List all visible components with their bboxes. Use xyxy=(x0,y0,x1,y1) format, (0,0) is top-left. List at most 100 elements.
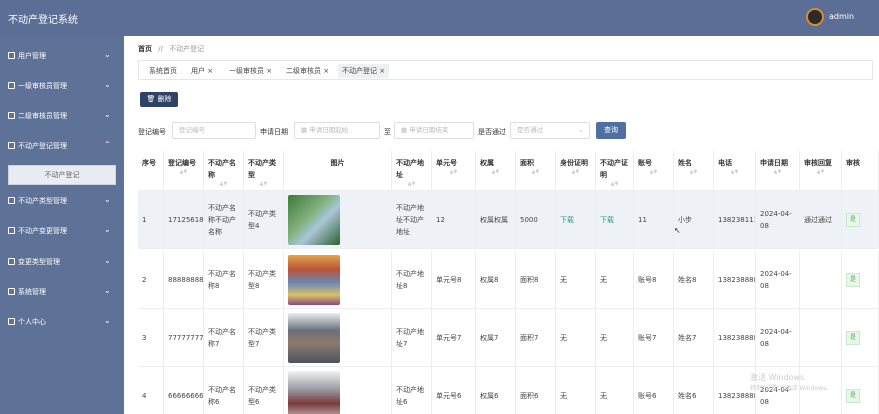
col-header-address[interactable]: 不动产地址 ▲▼ xyxy=(392,151,432,191)
property-thumbnail[interactable] xyxy=(288,370,340,414)
sidebar-item-registration[interactable]: 不动产登记管理 ⌃ xyxy=(0,136,124,156)
col-header-name[interactable]: 不动产名称 ▲▼ xyxy=(204,151,244,191)
table-cell-reply xyxy=(800,251,842,309)
chevron-down-icon: ⌄ xyxy=(104,195,111,204)
table-cell-unit: 单元号7 xyxy=(432,309,476,367)
check-icon xyxy=(8,112,15,119)
table-cell-idcard: 无 xyxy=(556,251,596,309)
sidebar-item-level1-auditor[interactable]: 一级审核员管理 ⌄ xyxy=(0,76,124,96)
delete-button[interactable]: 🗑 删除 xyxy=(140,92,178,107)
col-header-date[interactable]: 申请日期 ▲▼ xyxy=(756,151,800,191)
cell-text-type: 不动产类型4 xyxy=(248,209,276,230)
cell-text-reply: 通过通过 xyxy=(804,215,832,224)
table-cell-status: 是 xyxy=(842,251,879,309)
tab-level1-auditor[interactable]: 一级审核员 × xyxy=(225,64,276,78)
table-cell-idcard: 无 xyxy=(556,309,596,367)
cell-text-idx: 4 xyxy=(142,391,147,400)
cell-text-idcard[interactable]: 下载 xyxy=(560,214,574,226)
breadcrumb-home[interactable]: 首页 xyxy=(138,45,152,53)
col-header-status[interactable]: 审核 xyxy=(842,151,879,191)
col-header-idcard[interactable]: 身份证明 ▲▼ xyxy=(556,151,596,191)
sidebar-item-label: 不动产类型管理 xyxy=(18,197,67,205)
table-cell-date: 2024-04-08 xyxy=(756,251,800,309)
table-cell-owner: 权属7 xyxy=(476,309,516,367)
cell-text-status: 是 xyxy=(846,388,861,403)
avatar[interactable] xyxy=(806,8,824,26)
col-header-unit[interactable]: 单元号 ▲▼ xyxy=(432,151,476,191)
sidebar-item-change-type[interactable]: 变更类型管理 ⌄ xyxy=(0,252,124,272)
col-header-owner[interactable]: 权属 ▲▼ xyxy=(476,151,516,191)
submenu-item-registration[interactable]: 不动产登记 xyxy=(8,165,116,185)
sidebar-item-change[interactable]: 不动产变更管理 ⌄ xyxy=(0,221,124,241)
cell-text-idx: 3 xyxy=(142,333,147,342)
cell-text-addr: 不动产地址6 xyxy=(396,385,424,406)
code-input[interactable]: 登记编号 xyxy=(172,122,256,139)
tab-home[interactable]: 系统首页 xyxy=(145,64,181,78)
calendar-icon: ▦ xyxy=(301,126,310,134)
cell-text-date: 2024-04-08 xyxy=(760,327,792,348)
table-cell-unit: 单元号6 xyxy=(432,367,476,414)
col-header-cert[interactable]: 不动产证明 ▲▼ xyxy=(596,151,634,191)
date-end-input[interactable]: ▦ 申请日期结束 xyxy=(394,122,474,139)
app-title: 不动产登记系统 xyxy=(8,15,78,26)
property-thumbnail[interactable] xyxy=(288,312,340,363)
sidebar-item-system[interactable]: 系统管理 ⌄ xyxy=(0,282,124,302)
col-header-code[interactable]: 登记编号 ▲▼ xyxy=(164,151,204,191)
table-cell-owner: 权属权属 xyxy=(476,191,516,249)
date-end-placeholder: 申请日期结束 xyxy=(409,126,449,134)
search-label-code: 登记编号 xyxy=(138,128,166,136)
tab-bar: 系统首页 用户 × 一级审核员 × 二级审核员 × 不动产登记 × xyxy=(138,60,873,80)
breadcrumb: 首页 // 不动产登记 xyxy=(138,44,204,54)
cell-text-person: 姓名8 xyxy=(678,275,697,284)
table-cell-idx: 3 xyxy=(138,309,164,367)
table-cell-addr: 不动产地址8 xyxy=(392,251,432,309)
cell-text-area: 面积7 xyxy=(520,333,539,342)
table-cell-unit: 单元号8 xyxy=(432,251,476,309)
col-header-area[interactable]: 面积 ▲▼ xyxy=(516,151,556,191)
table-cell-name: 不动产名称7 xyxy=(204,309,244,367)
table-cell-addr: 不动产地址6 xyxy=(392,367,432,414)
folder-icon xyxy=(8,52,15,59)
sidebar-item-type[interactable]: 不动产类型管理 ⌄ xyxy=(0,191,124,211)
tab-users[interactable]: 用户 × xyxy=(187,64,217,78)
sidebar-item-profile[interactable]: 个人中心 ⌄ xyxy=(0,312,124,332)
cell-text-owner: 权属权属 xyxy=(480,215,508,224)
cell-text-name: 不动产名称7 xyxy=(208,327,236,348)
col-header-person[interactable]: 姓名 ▲▼ xyxy=(674,151,714,191)
col-header-type[interactable]: 不动产类型 ▲▼ xyxy=(244,151,284,191)
table-cell-code: 7777777777 xyxy=(164,309,204,367)
cell-text-account: 账号8 xyxy=(638,275,657,284)
cell-text-area: 面积6 xyxy=(520,391,539,400)
pass-select-placeholder: 是否通过 xyxy=(517,126,543,134)
username[interactable]: admin xyxy=(829,12,854,21)
col-header-phone[interactable]: 电话 ▲▼ xyxy=(714,151,756,191)
chevron-down-icon: ⌄ xyxy=(104,110,111,119)
tab-level2-auditor[interactable]: 二级审核员 × xyxy=(282,64,333,78)
property-thumbnail[interactable] xyxy=(288,194,340,245)
table-cell-person: 姓名6 xyxy=(674,367,714,414)
table-cell-cert: 无 xyxy=(596,367,634,414)
date-start-input[interactable]: ▦ 申请日期起始 xyxy=(294,122,380,139)
table-cell-person: 姓名7 xyxy=(674,309,714,367)
calendar-icon: ▦ xyxy=(401,126,410,134)
col-header-reply[interactable]: 审核回复 ▲▼ xyxy=(800,151,842,191)
tab-registration[interactable]: 不动产登记 × xyxy=(338,64,390,78)
sidebar-item-user-management[interactable]: 用户管理 ⌄ xyxy=(0,46,124,66)
chevron-down-icon: ⌄ xyxy=(104,225,111,234)
query-button[interactable]: 查询 xyxy=(596,122,626,139)
col-header-account[interactable]: 账号 ▲▼ xyxy=(634,151,674,191)
property-thumbnail[interactable] xyxy=(288,254,340,305)
breadcrumb-separator: // xyxy=(158,45,163,53)
chevron-down-icon: ⌄ xyxy=(104,286,111,295)
chevron-down-icon: ⌄ xyxy=(104,80,111,89)
check-icon xyxy=(8,82,15,89)
pass-select[interactable]: 是否通过 ⌄ xyxy=(510,122,590,139)
table-cell-area: 面积7 xyxy=(516,309,556,367)
sidebar-item-label: 个人中心 xyxy=(18,318,46,326)
cell-text-cert: 无 xyxy=(600,275,607,284)
cell-text-idcard: 无 xyxy=(560,275,567,284)
table-cell-account: 账号8 xyxy=(634,251,674,309)
cell-text-cert[interactable]: 下载 xyxy=(600,214,614,226)
sidebar-item-level2-auditor[interactable]: 二级审核员管理 ⌄ xyxy=(0,106,124,126)
table-cell-date: 2024-04-08 xyxy=(756,309,800,367)
